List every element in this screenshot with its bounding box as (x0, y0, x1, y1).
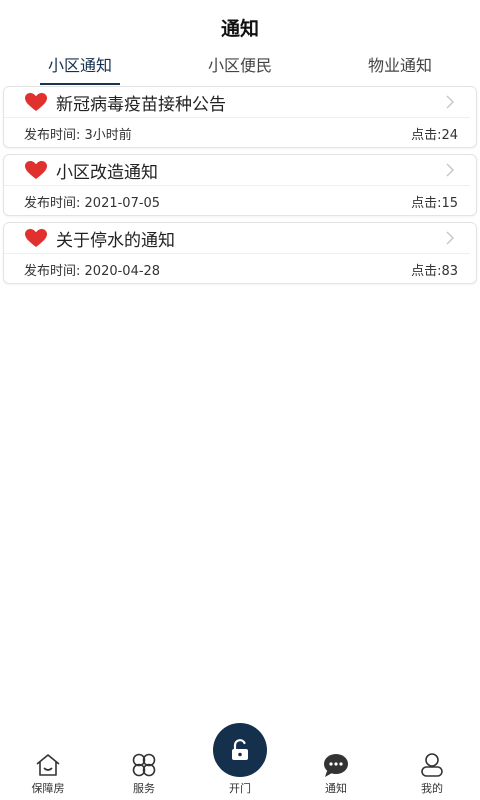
tab-open-door-label: 开门 (229, 782, 251, 795)
tab-mine-label: 我的 (421, 782, 443, 795)
open-door-button[interactable] (213, 723, 267, 777)
tab-notification[interactable]: 通知 (288, 752, 384, 796)
tab-community-notice[interactable]: 小区通知 (0, 48, 160, 76)
notice-list: 新冠病毒疫苗接种公告 发布时间: 3小时前 点击:24 小区改造通知 发布时间:… (0, 84, 480, 284)
unlock-icon (232, 739, 248, 760)
house-icon (36, 754, 60, 776)
heart-icon (25, 93, 47, 111)
notice-title: 新冠病毒疫苗接种公告 (56, 94, 226, 115)
tab-open-door[interactable]: 开门 (192, 723, 288, 796)
tab-housing-label: 保障房 (31, 782, 65, 795)
tab-service[interactable]: 服务 (96, 752, 192, 796)
click-count: 点击:24 (411, 127, 458, 143)
publish-time-label: 发布时间: (24, 195, 81, 211)
click-count: 点击:83 (411, 263, 458, 279)
tab-notification-label: 通知 (325, 782, 347, 795)
bottom-tab-bar: 保障房 服务 开门 通知 我的 (0, 723, 480, 800)
publish-time-label: 发布时间: (24, 127, 81, 143)
chevron-right-icon (446, 163, 455, 177)
page-header: 通知 (0, 0, 480, 48)
notice-title: 关于停水的通知 (56, 230, 175, 251)
clover-icon (132, 753, 156, 777)
notice-title: 小区改造通知 (56, 162, 158, 183)
publish-time-value: 3小时前 (84, 127, 132, 143)
click-count: 点击:15 (411, 195, 458, 211)
publish-time-value: 2021-07-05 (84, 195, 161, 211)
tab-property-notice[interactable]: 物业通知 (320, 48, 480, 76)
publish-time-label: 发布时间: (24, 263, 81, 279)
tab-housing[interactable]: 保障房 (0, 752, 96, 796)
notice-card[interactable]: 小区改造通知 发布时间: 2021-07-05 点击:15 (3, 154, 477, 216)
chat-icon (324, 754, 348, 777)
notice-date-group: 发布时间: 2020-04-28 (24, 260, 160, 279)
heart-icon (25, 229, 47, 247)
notice-card[interactable]: 新冠病毒疫苗接种公告 发布时间: 3小时前 点击:24 (3, 86, 477, 148)
publish-time-value: 2020-04-28 (84, 263, 161, 279)
page-title: 通知 (220, 17, 259, 40)
chevron-right-icon (446, 231, 455, 245)
tab-bar-top: 小区通知 小区便民 物业通知 (0, 48, 480, 84)
notice-date-group: 发布时间: 3小时前 (24, 124, 132, 143)
tab-community-convenience[interactable]: 小区便民 (160, 48, 320, 76)
notice-date-group: 发布时间: 2021-07-05 (24, 192, 160, 211)
chevron-right-icon (446, 95, 455, 109)
heart-icon (25, 161, 47, 179)
notice-card[interactable]: 关于停水的通知 发布时间: 2020-04-28 点击:83 (3, 222, 477, 284)
tab-mine[interactable]: 我的 (384, 752, 480, 796)
person-icon (421, 753, 443, 777)
tab-service-label: 服务 (133, 782, 155, 795)
